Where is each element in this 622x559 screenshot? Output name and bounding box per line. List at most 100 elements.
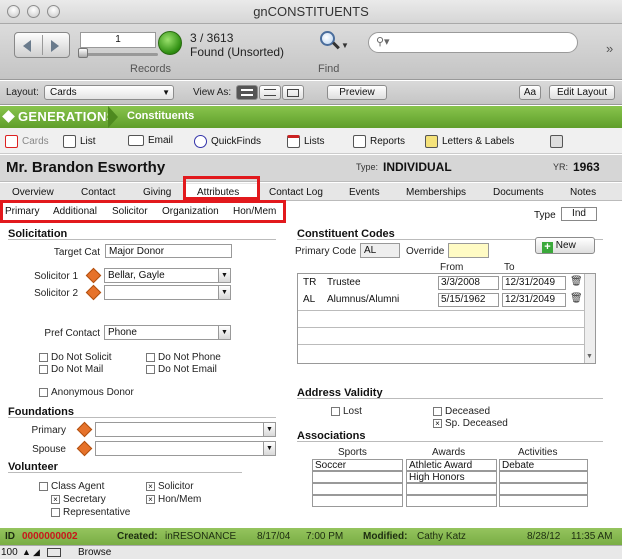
record-book-navigator[interactable]	[14, 32, 70, 58]
do-not-mail-checkbox[interactable]	[39, 365, 48, 374]
next-record-icon[interactable]	[51, 40, 59, 52]
activities-cell[interactable]	[499, 483, 588, 495]
lost-checkbox[interactable]	[331, 407, 340, 416]
code-from-cell[interactable]: 5/15/1962	[438, 293, 499, 307]
primary-code-field[interactable]: AL	[360, 243, 400, 258]
code-from-cell[interactable]: 3/3/2008	[438, 276, 499, 290]
nav-letters-labels[interactable]: Letters & Labels	[425, 135, 514, 148]
class-agent-checkbox[interactable]	[39, 482, 48, 491]
record-slider-knob[interactable]	[78, 48, 88, 58]
do-not-phone-checkbox[interactable]	[146, 353, 155, 362]
foundation-primary-lookup-icon[interactable]	[76, 421, 93, 438]
do-not-email-checkbox[interactable]	[146, 365, 155, 374]
toggle-status-toolbar-icon[interactable]	[47, 548, 61, 557]
book-divider	[42, 35, 43, 55]
sports-cell[interactable]: Soccer	[312, 459, 403, 471]
representative-checkbox[interactable]	[51, 508, 60, 517]
class-agent-label: Class Agent	[51, 481, 105, 492]
toolbar-overflow-chevron-icon[interactable]: »	[606, 41, 613, 56]
nav-cards[interactable]: Cards	[5, 135, 49, 148]
attributes-tab-highlight	[183, 176, 260, 200]
nav-quickfinds[interactable]: QuickFinds	[194, 135, 261, 148]
quick-find-search-input[interactable]	[368, 32, 578, 53]
tab-overview[interactable]: Overview	[12, 187, 54, 198]
code-desc-cell[interactable]: Trustee	[324, 276, 434, 290]
codes-scroll-down-icon[interactable]: ▼	[586, 353, 593, 360]
tab-giving[interactable]: Giving	[143, 187, 171, 198]
delete-code-trash-icon[interactable]: 🗑	[570, 276, 583, 287]
tab-contact[interactable]: Contact	[81, 187, 115, 198]
tab-contact-log[interactable]: Contact Log	[269, 187, 323, 198]
nav-lists[interactable]: Lists	[287, 135, 325, 148]
tab-notes[interactable]: Notes	[570, 187, 596, 198]
sports-cell[interactable]	[312, 471, 403, 483]
record-slider[interactable]	[80, 53, 158, 56]
anonymous-donor-checkbox[interactable]	[39, 388, 48, 397]
pref-contact-dropdown[interactable]: Phone ▼	[104, 325, 231, 340]
deceased-checkbox[interactable]	[433, 407, 442, 416]
zoom-in-icon[interactable]: ◢	[33, 547, 40, 558]
new-code-button[interactable]: + New	[535, 237, 595, 254]
code-to-cell[interactable]: 12/31/2049	[502, 276, 566, 290]
foundation-spouse-lookup-icon[interactable]	[76, 440, 93, 457]
awards-cell[interactable]: High Honors	[406, 471, 497, 483]
nav-email[interactable]: Email	[128, 135, 173, 146]
activities-cell[interactable]: Debate	[499, 459, 588, 471]
view-as-form-button[interactable]	[236, 85, 258, 100]
solicitor2-dropdown[interactable]: ▼	[104, 285, 231, 300]
delete-code-trash-icon[interactable]: 🗑	[570, 293, 583, 304]
secretary-checkbox[interactable]: ×	[51, 495, 60, 504]
constituent-name: Mr. Brandon Esworthy	[6, 159, 166, 176]
sports-cell[interactable]	[312, 483, 403, 495]
anonymous-donor-label: Anonymous Donor	[51, 387, 134, 398]
hon-mem-checkbox[interactable]: ×	[146, 495, 155, 504]
find-magnifier-icon[interactable]: ▼	[318, 31, 349, 55]
current-record-input[interactable]: 1	[80, 32, 156, 48]
solicitor-checkbox[interactable]: ×	[146, 482, 155, 491]
edit-layout-button[interactable]: Edit Layout	[549, 85, 615, 100]
nav-gift[interactable]	[550, 135, 563, 148]
solicitor1-dropdown[interactable]: Bellar, Gayle ▼	[104, 268, 231, 283]
type-toggle-field[interactable]: Ind	[561, 207, 597, 221]
tab-memberships[interactable]: Memberships	[406, 187, 466, 198]
target-cat-field[interactable]: Major Donor	[105, 244, 232, 258]
activities-cell[interactable]	[499, 495, 588, 507]
foundation-primary-dropdown[interactable]: ▼	[95, 422, 276, 437]
volunteer-divider	[8, 472, 242, 473]
awards-cell[interactable]: Athletic Award	[406, 459, 497, 471]
activities-cell[interactable]	[499, 471, 588, 483]
do-not-solicit-checkbox[interactable]	[39, 353, 48, 362]
code-to-cell[interactable]: 12/31/2049	[502, 293, 566, 307]
tab-documents[interactable]: Documents	[493, 187, 544, 198]
created-date: 8/17/04	[257, 531, 291, 542]
zoom-level[interactable]: 100	[1, 547, 18, 558]
sports-cell[interactable]	[312, 495, 403, 507]
view-as-table-button[interactable]	[282, 85, 304, 100]
zoom-out-icon[interactable]: ▲	[22, 547, 31, 557]
preview-button[interactable]: Preview	[327, 85, 387, 100]
nav-list[interactable]: List	[63, 135, 96, 148]
found-set-pie-icon[interactable]	[158, 31, 182, 55]
override-field[interactable]	[448, 243, 489, 258]
table-row[interactable]: TR	[300, 276, 322, 290]
foundation-spouse-label: Spouse	[32, 444, 66, 455]
list-icon	[63, 135, 76, 148]
foundations-divider	[8, 417, 276, 418]
tab-events[interactable]: Events	[349, 187, 380, 198]
foundation-spouse-dropdown[interactable]: ▼	[95, 441, 276, 456]
previous-record-icon[interactable]	[23, 40, 31, 52]
text-formatting-button[interactable]: Aa	[519, 85, 541, 100]
view-as-list-button[interactable]	[259, 85, 281, 100]
code-desc-cell[interactable]: Alumnus/Alumni	[324, 293, 434, 307]
sp-deceased-checkbox[interactable]: ×	[433, 419, 442, 428]
codes-row-divider	[298, 310, 584, 311]
awards-cell[interactable]	[406, 495, 497, 507]
nav-reports[interactable]: Reports	[353, 135, 405, 148]
table-row[interactable]: AL	[300, 293, 322, 307]
solicitor1-lookup-icon[interactable]	[85, 267, 102, 284]
codes-scrollbar[interactable]	[584, 274, 595, 363]
awards-cell[interactable]	[406, 483, 497, 495]
solicitor2-lookup-icon[interactable]	[85, 284, 102, 301]
mode-indicator[interactable]: Browse	[78, 547, 111, 558]
layout-select[interactable]: Cards ▼	[44, 85, 174, 100]
